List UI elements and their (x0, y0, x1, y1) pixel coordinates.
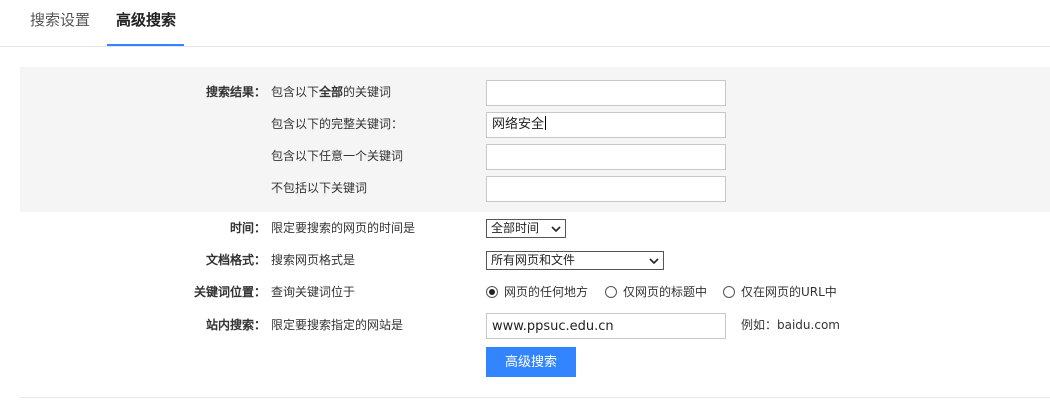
time-label: 限定要搜索的网页的时间是 (271, 221, 416, 235)
chevron-down-icon (551, 226, 561, 233)
format-label: 搜索网页格式是 (271, 253, 356, 267)
format-heading: 文档格式： (206, 253, 267, 267)
text-cursor (545, 116, 547, 130)
position-label: 查询关键词位于 (271, 285, 356, 299)
any-keyword-label: 包含以下任意一个关键词 (271, 149, 404, 163)
exclude-keywords-label: 不包括以下关键词 (271, 181, 368, 195)
active-tab-indicator (107, 44, 184, 46)
all-keywords-label-bold: 全部 (319, 85, 344, 99)
tab-advanced-search[interactable]: 高级搜索 (116, 10, 176, 30)
exclude-keywords-input[interactable] (486, 176, 726, 202)
radio-title-only[interactable] (605, 286, 617, 298)
site-label: 限定要搜索指定的网站是 (271, 318, 404, 332)
search-results-heading: 搜索结果： (206, 85, 267, 99)
site-heading: 站内搜索： (206, 318, 267, 332)
radio-url-only-label[interactable]: 仅在网页的URL中 (741, 284, 837, 300)
tab-search-settings[interactable]: 搜索设置 (30, 10, 90, 30)
tab-bar: 搜索设置 高级搜索 (0, 0, 1050, 47)
any-keyword-input[interactable] (486, 144, 726, 170)
exact-phrase-value: 网络安全 (492, 117, 545, 132)
all-keywords-input[interactable] (486, 80, 726, 106)
site-input[interactable] (486, 313, 726, 339)
advanced-search-form: 搜索结果： 包含以下全部的关键词 包含以下的完整关键词： 网络安全 包含以下任意… (20, 67, 1050, 398)
all-keywords-label-suffix: 的关键词 (343, 85, 392, 99)
site-example: 例如：baidu.com (741, 318, 840, 332)
position-heading: 关键词位置： (194, 285, 267, 299)
advanced-search-button[interactable]: 高级搜索 (486, 347, 576, 377)
all-keywords-label-prefix: 包含以下 (271, 85, 320, 99)
exact-phrase-label: 包含以下的完整关键词： (271, 117, 404, 131)
radio-title-only-label[interactable]: 仅网页的标题中 (623, 284, 707, 300)
radio-anywhere-label[interactable]: 网页的任何地方 (504, 284, 588, 300)
chevron-down-icon (649, 258, 659, 265)
time-select-value: 全部时间 (491, 221, 540, 235)
radio-url-only[interactable] (723, 286, 735, 298)
format-select[interactable]: 所有网页和文件 (486, 251, 664, 270)
time-select[interactable]: 全部时间 (486, 219, 566, 238)
time-heading: 时间： (230, 221, 267, 235)
all-keywords-label: 包含以下全部的关键词 (271, 84, 391, 100)
exact-phrase-input[interactable]: 网络安全 (486, 112, 726, 138)
radio-anywhere[interactable] (486, 286, 498, 298)
format-select-value: 所有网页和文件 (491, 253, 576, 267)
